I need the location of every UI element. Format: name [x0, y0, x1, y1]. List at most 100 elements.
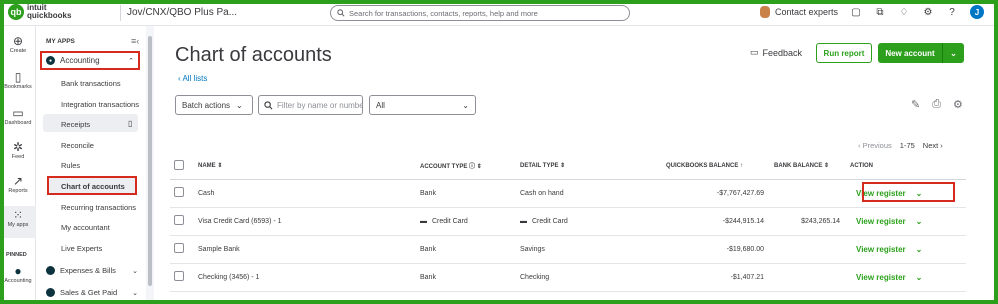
- header-detail-type[interactable]: DETAIL TYPE ⇕: [516, 153, 662, 180]
- left-rail: ⊕ Create ▯ Bookmarks ▭ Dashboard ✲ Feed …: [0, 26, 36, 304]
- rail-label-reports: Reports: [8, 188, 28, 194]
- quickbooks-logo[interactable]: qb intuit quickbooks: [8, 4, 71, 20]
- view-register-link[interactable]: View register: [856, 273, 906, 282]
- cell-detail-type: Credit Card: [532, 217, 568, 225]
- rail-bookmarks[interactable]: ▯ Bookmarks: [0, 70, 36, 90]
- scrollbar-thumb[interactable]: [148, 36, 152, 286]
- chevron-down-icon[interactable]: ⌄: [943, 49, 964, 58]
- sidebar-scrollbar[interactable]: [146, 26, 154, 304]
- header-account-type[interactable]: ACCOUNT TYPE ⓘ ⇕: [416, 153, 516, 180]
- header-select-all[interactable]: [170, 153, 194, 180]
- new-account-label: New account: [885, 48, 935, 58]
- accounts-table: NAME ⇕ ACCOUNT TYPE ⓘ ⇕ DETAIL TYPE ⇕ QU…: [170, 153, 966, 292]
- view-register-link[interactable]: View register: [856, 189, 906, 198]
- chevron-down-icon[interactable]: ⌄: [916, 273, 923, 282]
- sidebar-item-my-accountant[interactable]: My accountant: [61, 223, 110, 232]
- bookmark-receipts-icon[interactable]: ▯: [128, 119, 132, 128]
- sidebar-item-reconcile[interactable]: Reconcile: [61, 141, 94, 150]
- expert-avatar: [759, 6, 770, 18]
- sidebar-item-recurring-transactions[interactable]: Recurring transactions: [61, 203, 136, 212]
- run-report-button[interactable]: Run report: [816, 43, 872, 63]
- rail-feed[interactable]: ✲ Feed: [0, 140, 36, 160]
- search-icon: [337, 9, 345, 17]
- rail-dashboard[interactable]: ▭ Dashboard: [0, 106, 36, 126]
- account-type-select[interactable]: All ⌄: [369, 95, 476, 115]
- chevron-down-icon[interactable]: ⌄: [916, 217, 923, 226]
- sidebar-item-receipts[interactable]: Receipts: [61, 120, 90, 129]
- apps-sidebar: MY APPS ≡‹ ● Accounting ⌃ Bank transacti…: [36, 26, 146, 304]
- next-page-button[interactable]: Next ›: [923, 141, 943, 150]
- view-register-link[interactable]: View register: [856, 245, 906, 254]
- sidebar-group-sales-label: Sales & Get Paid: [60, 288, 118, 297]
- notifications-icon[interactable]: ♢: [898, 6, 910, 18]
- logo-text-quickbooks: quickbooks: [27, 11, 72, 20]
- header-qb-balance[interactable]: QUICKBOOKS BALANCE ↑: [662, 153, 770, 180]
- next-label: Next: [922, 141, 939, 150]
- header-detail-type-label: DETAIL TYPE: [520, 163, 559, 170]
- contact-experts-button[interactable]: Contact experts: [759, 6, 838, 18]
- filter-input[interactable]: Filter by name or number: [258, 95, 363, 115]
- plus-circle-icon: ⊕: [12, 34, 24, 48]
- view-register-link[interactable]: View register: [856, 217, 906, 226]
- cell-bank-balance: [770, 263, 846, 292]
- expenses-app-icon: [46, 266, 55, 275]
- feedback-button[interactable]: ▭ Feedback: [750, 47, 802, 58]
- header-name[interactable]: NAME ⇕: [194, 153, 416, 180]
- row-checkbox[interactable]: [174, 271, 184, 281]
- sidebar-item-live-experts[interactable]: Live Experts: [61, 244, 102, 253]
- sidebar-item-bank-transactions[interactable]: Bank transactions: [61, 79, 121, 88]
- batch-actions-dropdown[interactable]: Batch actions ⌄: [175, 95, 253, 115]
- global-search[interactable]: Search for transactions, contacts, repor…: [330, 5, 630, 21]
- print-icon[interactable]: ⎙: [932, 98, 941, 111]
- row-checkbox[interactable]: [174, 187, 184, 197]
- table-row[interactable]: Sample Bank Bank Savings -$19,680.00 Vie…: [170, 235, 966, 264]
- my-apps-heading: MY APPS: [46, 38, 75, 45]
- header-action: ACTION: [846, 153, 966, 180]
- cell-detail-type: Checking: [516, 263, 662, 292]
- sort-icon: ⇕: [217, 163, 223, 170]
- table-row[interactable]: Cash Bank Cash on hand -$7,767,427.69 Vi…: [170, 179, 966, 208]
- new-account-button[interactable]: New account ⌄: [878, 43, 964, 63]
- bookmark-icon: ▯: [14, 70, 22, 84]
- qb-logo-icon: qb: [8, 4, 24, 20]
- accounting-app-icon: ●: [46, 56, 55, 65]
- accounting-menu[interactable]: ● Accounting ⌃: [40, 51, 140, 70]
- pencil-icon[interactable]: ✎: [911, 98, 920, 111]
- search-icon: [264, 100, 273, 109]
- sidebar-item-chart-of-accounts[interactable]: Chart of accounts: [61, 182, 125, 191]
- rail-reports[interactable]: ↗ Reports: [0, 174, 36, 194]
- all-lists-link[interactable]: ‹ All lists: [178, 74, 207, 83]
- cell-qb-balance: -$19,680.00: [662, 235, 770, 264]
- sidebar-item-integration-transactions[interactable]: Integration transactions: [61, 100, 139, 109]
- accounting-icon: ●: [14, 264, 22, 278]
- chevron-down-icon[interactable]: ⌄: [916, 189, 923, 198]
- rail-accounting[interactable]: ● Accounting: [0, 264, 36, 284]
- cell-bank-balance: $243,265.14: [770, 207, 846, 236]
- header-account-type-label: ACCOUNT TYPE: [420, 164, 468, 171]
- rail-label-bookmarks: Bookmarks: [4, 84, 32, 90]
- select-all-checkbox[interactable]: [174, 159, 184, 170]
- company-name[interactable]: Jov/CNX/QBO Plus Pa...: [127, 7, 237, 18]
- chevron-down-icon[interactable]: ⌄: [916, 245, 923, 254]
- apps-icon[interactable]: ⧉: [874, 6, 886, 18]
- help-icon[interactable]: ?: [946, 6, 958, 18]
- row-checkbox[interactable]: [174, 243, 184, 253]
- sort-ascending-icon: ↑: [740, 162, 744, 169]
- accounting-menu-label: Accounting: [60, 56, 100, 65]
- sidebar-item-rules[interactable]: Rules: [61, 161, 80, 170]
- user-avatar[interactable]: J: [970, 5, 984, 19]
- collapse-menu-icon[interactable]: ≡‹: [131, 36, 139, 46]
- gear-icon[interactable]: ⚙: [922, 6, 934, 18]
- sidebar-group-sales[interactable]: Sales & Get Paid ⌄: [46, 288, 138, 297]
- header-bank-balance[interactable]: BANK BALANCE ⇕: [770, 153, 846, 180]
- rail-my-apps[interactable]: ⁙ My apps: [0, 206, 36, 238]
- row-checkbox[interactable]: [174, 215, 184, 225]
- gear-icon[interactable]: ⚙: [953, 98, 963, 111]
- tasks-icon[interactable]: ▢: [850, 6, 862, 18]
- table-row[interactable]: Visa Credit Card (6593) - 1 ▬ Credit Card…: [170, 207, 966, 236]
- rail-create[interactable]: ⊕ Create: [0, 34, 36, 54]
- sidebar-group-expenses[interactable]: Expenses & Bills ⌄: [46, 266, 138, 275]
- previous-page-button[interactable]: ‹ Previous: [858, 141, 892, 150]
- table-row[interactable]: Checking (3456) - 1 Bank Checking -$1,40…: [170, 263, 966, 292]
- cell-account-type: Bank: [416, 179, 516, 208]
